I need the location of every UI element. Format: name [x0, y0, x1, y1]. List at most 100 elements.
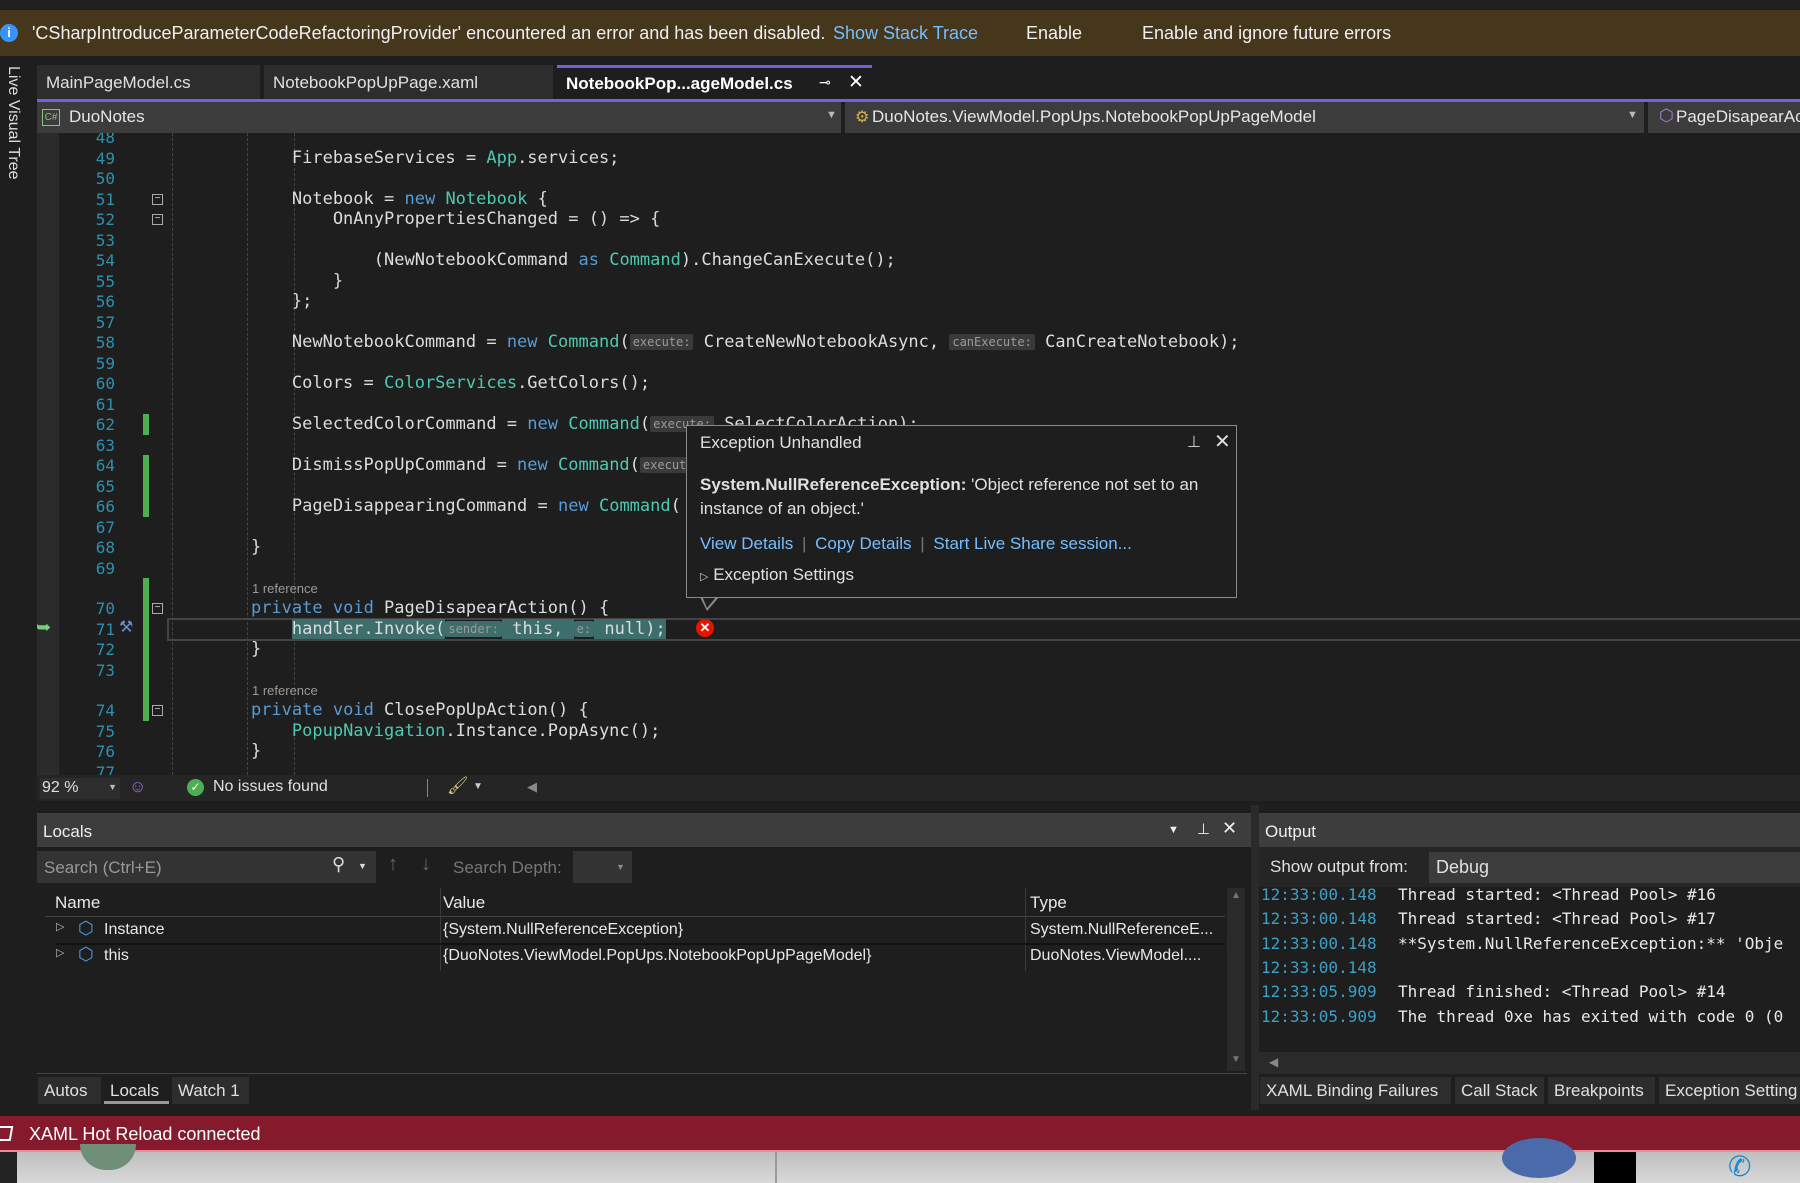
code-token: NewNotebookCommand =	[210, 332, 507, 352]
hot-reload-icon[interactable]	[0, 1126, 14, 1141]
horizontal-scrollbar[interactable]: ◀	[1259, 1052, 1800, 1074]
code-line[interactable]: };	[210, 291, 312, 311]
code-line[interactable]: }	[210, 639, 261, 659]
chevron-down-icon: ▼	[616, 862, 625, 872]
app-icon[interactable]	[1502, 1138, 1576, 1178]
output-timestamp: 12:33:05.909	[1261, 1006, 1377, 1026]
close-icon[interactable]: ✕	[1222, 818, 1237, 839]
locals-search-input[interactable]: Search (Ctrl+E) ⚲ ▼	[37, 851, 376, 883]
vertical-scrollbar[interactable]: ▲ ▼	[1227, 888, 1245, 1071]
start-live-share-link[interactable]: Start Live Share session...	[933, 534, 1131, 553]
code-line[interactable]: private void PageDisapearAction() {	[210, 598, 609, 618]
enable-button[interactable]: Enable	[1026, 23, 1082, 44]
live-visual-tree-tab[interactable]: Live Visual Tree	[4, 66, 22, 180]
chevron-down-icon[interactable]: ▼	[826, 109, 837, 121]
code-line[interactable]: OnAnyPropertiesChanged = () => {	[210, 209, 661, 229]
panel-splitter[interactable]	[1251, 805, 1259, 1110]
tab-notebookpopuppage-xaml[interactable]: NotebookPopUpPage.xaml	[264, 65, 553, 100]
divider: |	[920, 534, 925, 553]
pin-icon[interactable]: ⊸	[819, 74, 831, 91]
enable-ignore-button[interactable]: Enable and ignore future errors	[1142, 23, 1391, 44]
tab-notebookpopuppagemodel[interactable]: NotebookPop...ageModel.cs ⊸ ✕	[557, 65, 872, 100]
code-token: App	[486, 147, 518, 168]
tab-breakpoints[interactable]: Breakpoints	[1548, 1077, 1655, 1104]
code-line[interactable]: (NewNotebookCommand as Command).ChangeCa…	[210, 250, 896, 270]
code-token: }	[210, 741, 262, 761]
error-icon[interactable]: ✕	[696, 619, 714, 637]
tab-locals[interactable]: Locals	[104, 1077, 169, 1104]
code-line[interactable]: FirebaseServices = App.services;	[210, 147, 620, 168]
show-output-from-label: Show output from:	[1270, 857, 1408, 876]
collapse-icon[interactable]: −	[152, 603, 163, 614]
tab-call-stack[interactable]: Call Stack	[1455, 1077, 1544, 1104]
pin-icon[interactable]: ⊥	[1197, 820, 1210, 838]
line-number: 74	[95, 701, 115, 720]
code-token: DismissPopUpCommand =	[210, 455, 518, 475]
code-token: PageDisappearingCommand =	[210, 496, 558, 516]
screwdriver-icon[interactable]: ⚒	[119, 617, 133, 637]
close-icon[interactable]: ✕	[848, 71, 864, 94]
collapse-icon[interactable]: −	[152, 193, 163, 205]
copilot-icon[interactable]: ☺	[129, 777, 146, 797]
check-icon: ✓	[187, 779, 204, 796]
chevron-down-icon[interactable]: ▼	[358, 861, 367, 871]
output-timestamp: 12:33:00.148	[1261, 933, 1377, 953]
expand-triangle-icon[interactable]: ▷	[56, 920, 64, 933]
code-line[interactable]: PopupNavigation.Instance.PopAsync();	[210, 721, 660, 741]
tab-autos[interactable]: Autos	[38, 1077, 101, 1104]
code-line[interactable]: }	[210, 271, 343, 291]
collapse-icon[interactable]: −	[152, 214, 163, 225]
tab-mainpagemodel[interactable]: MainPageModel.cs	[37, 65, 260, 100]
tab-exception-settings[interactable]: Exception Setting	[1659, 1077, 1800, 1104]
tab-watch-1[interactable]: Watch 1	[172, 1077, 249, 1104]
search-up-icon[interactable]: ↑	[388, 853, 398, 876]
code-token: handler.Invoke(	[291, 618, 446, 639]
code-cleanup-icon[interactable]: 🖌	[447, 776, 469, 796]
copy-details-link[interactable]: Copy Details	[815, 534, 911, 553]
phone-icon[interactable]: ✆	[1728, 1150, 1751, 1183]
project-dropdown[interactable]: DuoNotes	[69, 107, 145, 127]
tab-xaml-binding-failures[interactable]: XAML Binding Failures	[1260, 1077, 1451, 1104]
collapse-icon[interactable]: −	[152, 705, 163, 716]
chevron-down-icon[interactable]: ▼	[473, 781, 483, 792]
class-dropdown[interactable]: DuoNotes.ViewModel.PopUps.NotebookPopUpP…	[872, 107, 1316, 127]
output-source-dropdown[interactable]: Debug	[1429, 852, 1800, 883]
code-line[interactable]: }	[210, 537, 261, 557]
column-header-name[interactable]: Name	[55, 893, 100, 913]
column-header-type[interactable]: Type	[1030, 893, 1067, 913]
show-stack-trace-link[interactable]: Show Stack Trace	[833, 23, 978, 44]
scroll-left-icon[interactable]: ◀	[1269, 1055, 1278, 1069]
search-down-icon[interactable]: ↓	[421, 853, 431, 876]
chevron-down-icon[interactable]: ▼	[1627, 109, 1638, 121]
tab-label: Exception Setting	[1665, 1081, 1798, 1100]
scroll-left-icon[interactable]: ◀	[527, 779, 537, 795]
code-line[interactable]: PageDisappearingCommand = new Command(	[210, 496, 681, 516]
codelens-reference[interactable]: 1 reference	[252, 683, 318, 698]
code-line[interactable]: handler.Invoke(sender: this, e: null);	[210, 618, 666, 639]
code-line[interactable]: NewNotebookCommand = new Command(execute…	[210, 332, 1240, 352]
indent-guide	[294, 133, 295, 775]
expand-triangle-icon[interactable]: ▷	[56, 946, 64, 959]
view-details-link[interactable]: View Details	[700, 534, 793, 553]
chevron-down-icon[interactable]: ▼	[1168, 824, 1179, 836]
line-number: 51	[95, 189, 115, 209]
hot-reload-status[interactable]: XAML Hot Reload connected	[29, 1124, 260, 1145]
member-dropdown[interactable]: PageDisapearAc	[1676, 107, 1800, 127]
output-timestamp: 12:33:00.148	[1261, 885, 1377, 904]
search-depth-dropdown[interactable]: ▼	[573, 851, 632, 883]
app-icon[interactable]	[1594, 1152, 1636, 1183]
column-header-value[interactable]: Value	[443, 893, 485, 913]
search-icon[interactable]: ⚲	[332, 854, 345, 875]
code-line[interactable]: DismissPopUpCommand = new Command(execut…	[210, 455, 704, 475]
pin-icon[interactable]: ⊥	[1187, 432, 1201, 452]
exception-settings-expander[interactable]: ▷ Exception Settings	[700, 565, 854, 585]
code-line[interactable]: }	[210, 741, 261, 761]
code-line[interactable]: Colors = ColorServices.GetColors();	[210, 373, 650, 393]
codelens-reference[interactable]: 1 reference	[252, 581, 318, 596]
code-line[interactable]: private void ClosePopUpAction() {	[210, 700, 589, 720]
close-icon[interactable]: ✕	[1214, 429, 1231, 454]
issues-status[interactable]: No issues found	[213, 778, 328, 796]
line-number: 49	[95, 148, 115, 168]
code-line[interactable]: Notebook = new Notebook {	[210, 189, 548, 209]
zoom-dropdown[interactable]: 92 % ▼	[40, 778, 120, 799]
